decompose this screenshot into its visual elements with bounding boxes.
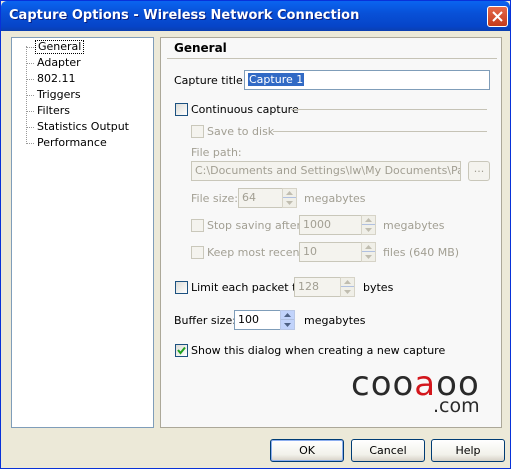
limit-packet-checkbox[interactable] [175, 281, 188, 294]
file-size-unit: megabytes [304, 192, 366, 205]
stop-saving-label[interactable]: Stop saving after [207, 219, 301, 232]
save-to-disk-checkbox[interactable] [191, 125, 204, 138]
file-size-input[interactable]: 64 [238, 188, 283, 208]
group-divider [273, 131, 487, 132]
buffer-size-input[interactable]: 100 [234, 310, 281, 330]
file-path-input[interactable]: C:\Documents and Settings\lw\My Document… [191, 161, 461, 181]
stop-saving-unit: megabytes [383, 219, 445, 232]
stop-saving-spinner[interactable] [361, 215, 376, 235]
keep-most-recent-spinner[interactable] [361, 242, 376, 262]
title-bar[interactable]: Capture Options - Wireless Network Conne… [1, 1, 510, 31]
keep-most-recent-input[interactable]: 10 [299, 242, 362, 262]
close-icon [492, 11, 503, 22]
cooaoo-logo: cooaoo .com [351, 367, 496, 417]
tree-branch [27, 143, 34, 144]
tree-branch [27, 47, 34, 48]
nav-item-triggers[interactable]: Triggers [35, 88, 83, 102]
nav-item-performance[interactable]: Performance [35, 136, 109, 150]
file-size-label: File size: [191, 192, 238, 205]
help-button[interactable]: Help [431, 439, 505, 462]
logo-domain: .com [433, 395, 480, 417]
close-button[interactable] [487, 6, 508, 27]
arrow-up-icon [365, 218, 372, 222]
arrow-down-icon [344, 290, 351, 294]
logo-part: coo [351, 364, 415, 404]
cancel-button[interactable]: Cancel [351, 439, 425, 462]
spin-down-button[interactable] [341, 287, 354, 296]
nav-item-802-11[interactable]: 802.11 [35, 72, 78, 86]
spin-down-button[interactable] [362, 225, 375, 234]
arrow-up-icon [284, 313, 291, 317]
arrow-down-icon [284, 323, 291, 327]
spin-up-button[interactable] [362, 243, 375, 252]
spin-down-button[interactable] [281, 320, 294, 329]
spin-up-button[interactable] [281, 311, 294, 320]
limit-packet-label[interactable]: Limit each packet to [191, 281, 303, 294]
tree-branch [27, 111, 34, 112]
continuous-capture-label[interactable]: Continuous capture [191, 103, 299, 116]
keep-most-recent-label[interactable]: Keep most recent [207, 246, 304, 259]
file-path-label: File path: [191, 146, 242, 159]
tree-branch [27, 95, 34, 96]
tree-branch [27, 79, 34, 80]
stop-saving-input[interactable]: 1000 [299, 215, 362, 235]
spin-up-button[interactable] [283, 189, 296, 198]
spin-up-button[interactable] [362, 216, 375, 225]
file-size-spinner[interactable] [282, 188, 297, 208]
arrow-down-icon [365, 228, 372, 232]
save-to-disk-label[interactable]: Save to disk [207, 125, 274, 138]
spin-down-button[interactable] [283, 198, 296, 207]
keep-most-recent-checkbox[interactable] [191, 246, 204, 259]
arrow-down-icon [286, 201, 293, 205]
show-dialog-checkbox[interactable] [175, 344, 188, 357]
buffer-size-label: Buffer size: [174, 314, 236, 327]
group-divider [291, 109, 487, 110]
browse-button[interactable]: ... [468, 161, 490, 181]
stop-saving-checkbox[interactable] [191, 219, 204, 232]
nav-item-statistics-output[interactable]: Statistics Output [35, 120, 131, 134]
limit-packet-input[interactable]: 128 [294, 277, 341, 297]
checkmark-icon [177, 346, 186, 355]
window-title: Capture Options - Wireless Network Conne… [9, 8, 360, 23]
buffer-size-unit: megabytes [304, 314, 366, 327]
panel-heading: General [174, 41, 227, 55]
ok-button[interactable]: OK [270, 439, 344, 462]
capture-options-dialog: Capture Options - Wireless Network Conne… [0, 0, 511, 469]
nav-item-general[interactable]: General [35, 40, 85, 54]
buffer-size-spinner[interactable] [280, 310, 295, 330]
capture-title-value: Capture 1 [248, 73, 305, 86]
capture-title-input[interactable]: Capture 1 [244, 70, 490, 90]
arrow-up-icon [286, 191, 293, 195]
tree-branch [27, 127, 34, 128]
spin-up-button[interactable] [341, 278, 354, 287]
limit-packet-spinner[interactable] [340, 277, 355, 297]
capture-title-label: Capture title: [174, 74, 247, 87]
nav-item-adapter[interactable]: Adapter [35, 56, 83, 70]
continuous-capture-checkbox[interactable] [175, 103, 188, 116]
arrow-up-icon [365, 245, 372, 249]
arrow-down-icon [365, 255, 372, 259]
options-nav-tree: General Adapter 802.11 Triggers Filters … [11, 37, 154, 428]
tree-branch [27, 63, 34, 64]
arrow-up-icon [344, 280, 351, 284]
keep-most-recent-unit: files (640 MB) [383, 246, 460, 259]
limit-packet-unit: bytes [363, 281, 394, 294]
show-dialog-label[interactable]: Show this dialog when creating a new cap… [191, 344, 445, 357]
heading-divider [167, 58, 497, 59]
spin-down-button[interactable] [362, 252, 375, 261]
nav-item-filters[interactable]: Filters [35, 104, 72, 118]
